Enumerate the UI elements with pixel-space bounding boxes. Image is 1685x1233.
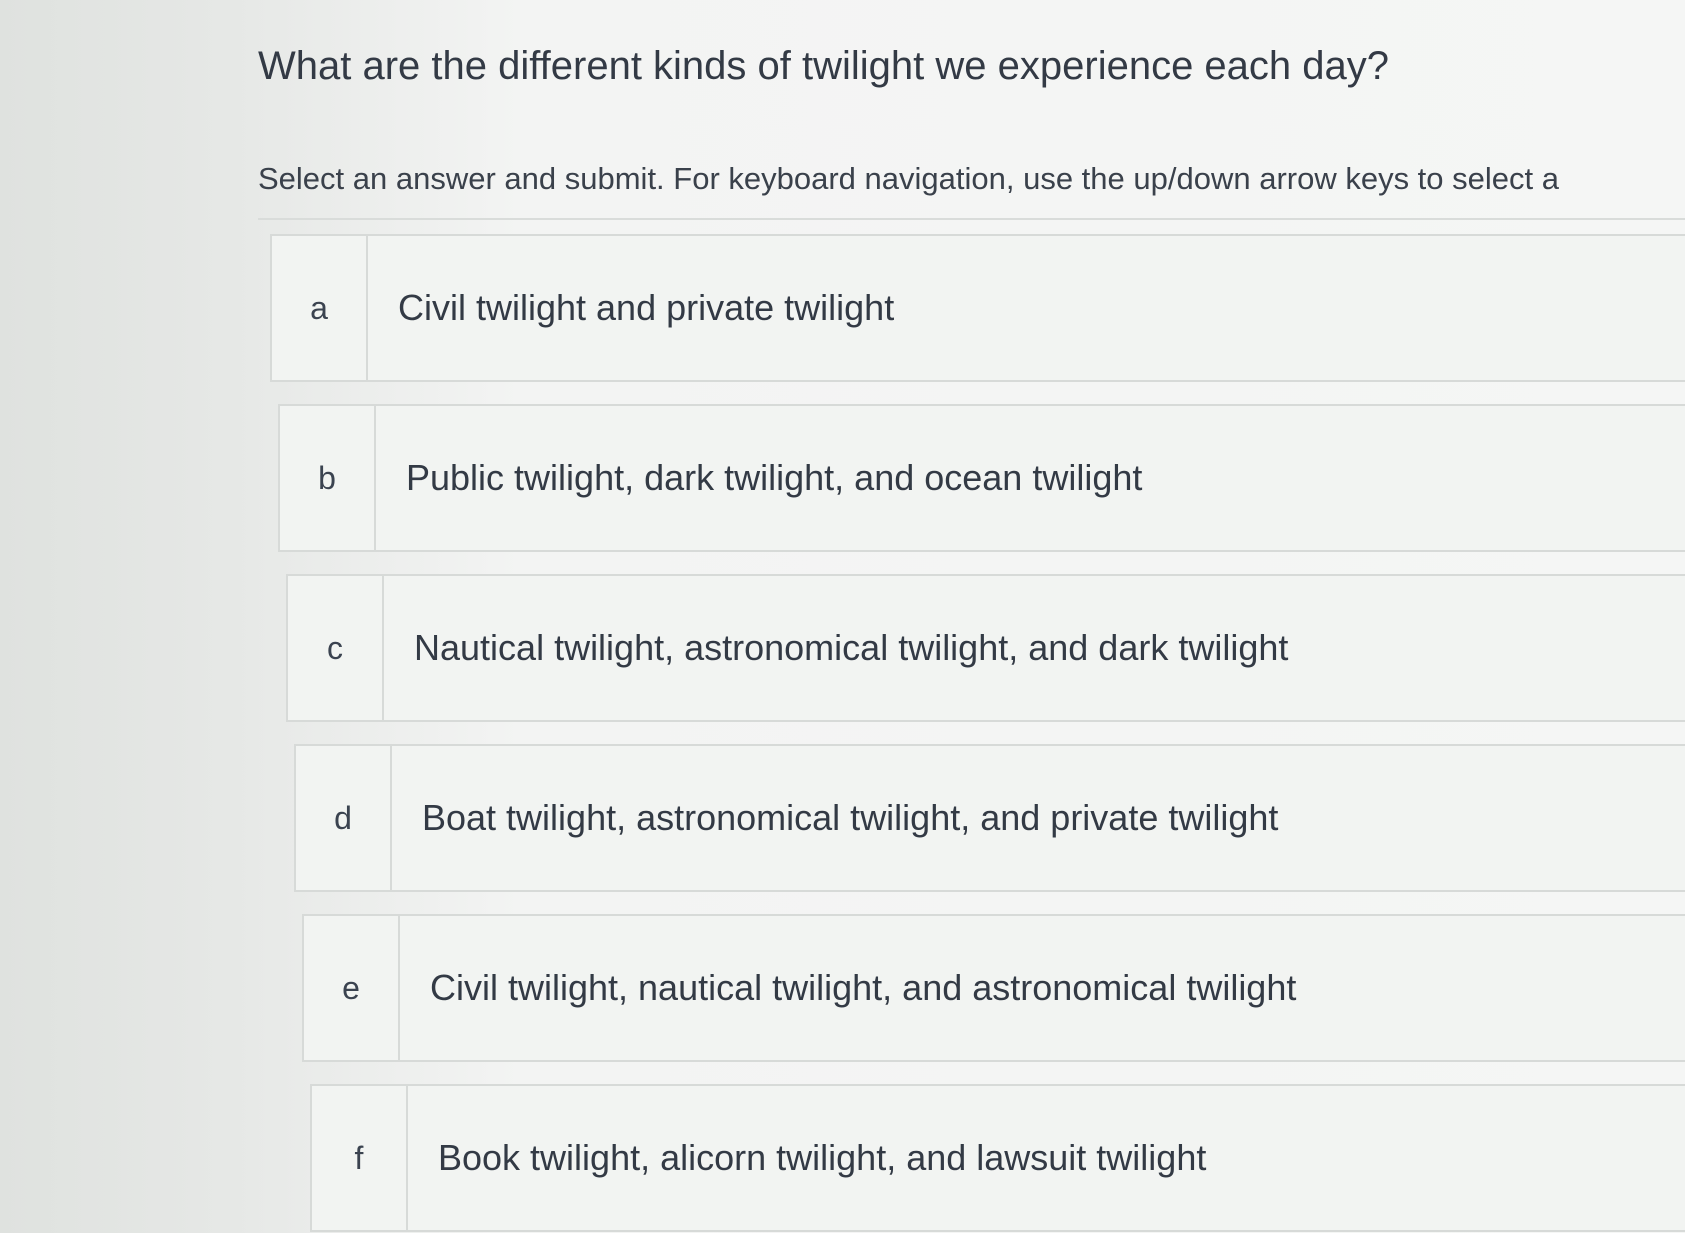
answer-option-c[interactable]: c Nautical twilight, astronomical twilig… bbox=[286, 574, 1685, 722]
answer-option-a[interactable]: a Civil twilight and private twilight bbox=[270, 234, 1685, 382]
option-label: Boat twilight, astronomical twilight, an… bbox=[422, 797, 1279, 838]
option-label: Nautical twilight, astronomical twilight… bbox=[414, 627, 1289, 668]
option-label: Civil twilight, nautical twilight, and a… bbox=[430, 967, 1297, 1008]
option-letter: e bbox=[304, 916, 400, 1060]
question-text: What are the different kinds of twilight… bbox=[258, 44, 1390, 88]
option-label: Civil twilight and private twilight bbox=[398, 287, 895, 328]
option-letter: a bbox=[272, 236, 368, 380]
instructions-text: Select an answer and submit. For keyboar… bbox=[258, 161, 1559, 196]
answer-option-b[interactable]: b Public twilight, dark twilight, and oc… bbox=[278, 404, 1685, 552]
option-label: Book twilight, alicorn twilight, and law… bbox=[438, 1137, 1207, 1178]
option-letter: c bbox=[288, 576, 384, 720]
answer-option-e[interactable]: e Civil twilight, nautical twilight, and… bbox=[302, 914, 1685, 1062]
option-letter: d bbox=[296, 746, 392, 890]
option-label: Public twilight, dark twilight, and ocea… bbox=[406, 457, 1143, 498]
option-letter: f bbox=[312, 1086, 408, 1230]
answer-option-f[interactable]: f Book twilight, alicorn twilight, and l… bbox=[310, 1084, 1685, 1232]
question-panel: What are the different kinds of twilight… bbox=[258, 0, 1685, 1233]
option-letter: b bbox=[280, 406, 376, 550]
answer-option-d[interactable]: d Boat twilight, astronomical twilight, … bbox=[294, 744, 1685, 892]
divider bbox=[258, 218, 1685, 220]
